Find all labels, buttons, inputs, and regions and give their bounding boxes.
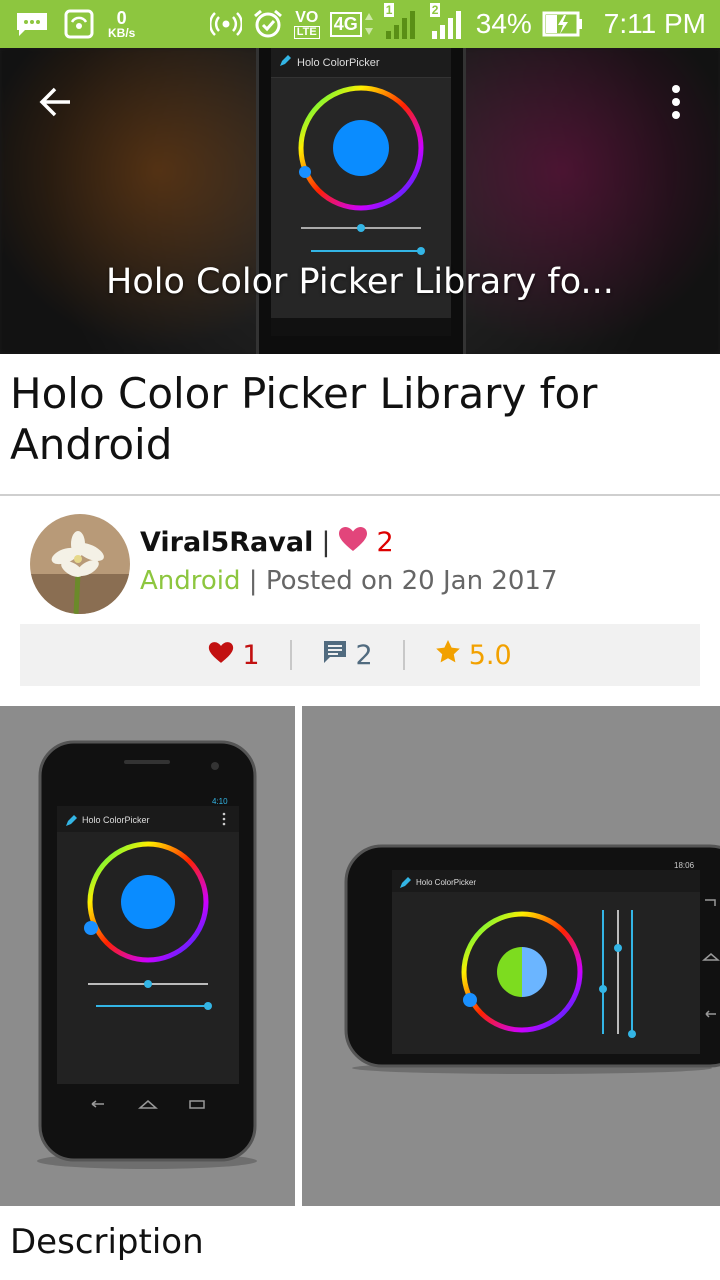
shot1-status-time: 4:10 bbox=[212, 797, 228, 806]
author-hearts: 2 bbox=[338, 526, 394, 559]
hotspot-notification-icon bbox=[64, 9, 94, 39]
avatar[interactable] bbox=[30, 514, 130, 614]
sim2-signal-icon: 2 bbox=[429, 3, 466, 41]
back-button[interactable] bbox=[30, 82, 82, 126]
comment-icon bbox=[322, 639, 348, 672]
sim1-signal-icon: 1 bbox=[383, 3, 420, 41]
net-speed-unit: KB/s bbox=[108, 26, 136, 40]
shot2-status-time: 18:06 bbox=[674, 861, 695, 870]
status-right-group: VO LTE 4G 1 2 34% 7:11 PM bbox=[209, 3, 706, 41]
description-heading: Description bbox=[10, 1222, 204, 1262]
sim1-label: 1 bbox=[383, 3, 395, 17]
network-type-label: 4G bbox=[329, 11, 362, 37]
sim2-label: 2 bbox=[429, 3, 441, 17]
pencil-icon bbox=[279, 55, 291, 70]
hero-phone-app-name: Holo ColorPicker bbox=[297, 56, 380, 69]
screenshot-2[interactable]: 18:06 Holo ColorPicker bbox=[302, 706, 720, 1206]
divider bbox=[0, 494, 720, 496]
shot1-app-name: Holo ColorPicker bbox=[82, 815, 150, 825]
hero-phone-appbar: Holo ColorPicker bbox=[271, 48, 451, 78]
volte-label: VO bbox=[295, 8, 319, 26]
landscape-phone-image: 18:06 Holo ColorPicker bbox=[344, 844, 720, 1074]
battery-percent: 34% bbox=[475, 8, 532, 39]
heart-icon bbox=[208, 640, 234, 671]
author-separator: | bbox=[321, 527, 331, 558]
author-line: Viral5Raval | 2 bbox=[140, 526, 394, 559]
comments-stat[interactable]: 2 bbox=[292, 639, 403, 672]
rating-value: 5.0 bbox=[468, 639, 512, 671]
comments-count: 2 bbox=[355, 639, 373, 671]
network-type-icon: 4G bbox=[329, 11, 374, 37]
battery-charging-icon bbox=[542, 10, 584, 38]
hero-phone-image: Holo ColorPicker bbox=[256, 48, 466, 354]
alarm-icon bbox=[252, 8, 284, 40]
overflow-menu-button[interactable] bbox=[654, 80, 698, 128]
posted-separator: | bbox=[248, 566, 258, 596]
screenshot-1[interactable]: 4:10 Holo ColorPicker bbox=[0, 706, 295, 1206]
hero-header: Holo ColorPicker Holo Color Picker Libra… bbox=[0, 48, 720, 354]
posted-date: Posted on 20 Jan 2017 bbox=[265, 566, 558, 596]
net-speed-value: 0 bbox=[116, 8, 127, 28]
status-left-group: 0 KB/s bbox=[14, 9, 135, 39]
chat-notification-icon bbox=[14, 10, 50, 38]
likes-count: 1 bbox=[242, 639, 260, 671]
page-title: Holo Color Picker Library for Android bbox=[10, 369, 598, 469]
post-meta: Android | Posted on 20 Jan 2017 bbox=[140, 566, 558, 596]
more-vertical-icon bbox=[671, 84, 681, 124]
author-name[interactable]: Viral5Raval bbox=[140, 527, 313, 558]
net-speed: 0 KB/s bbox=[108, 9, 135, 39]
star-icon bbox=[435, 639, 461, 672]
heart-icon bbox=[338, 526, 368, 559]
likes-stat[interactable]: 1 bbox=[178, 640, 289, 671]
clock: 7:11 PM bbox=[603, 8, 706, 39]
rating-stat[interactable]: 5.0 bbox=[405, 639, 542, 672]
lte-label: LTE bbox=[293, 25, 320, 39]
hero-title: Holo Color Picker Library fo... bbox=[106, 262, 614, 302]
status-bar: 0 KB/s VO LTE 4G 1 2 34% 7:11 PM bbox=[0, 0, 720, 48]
author-heart-count: 2 bbox=[376, 527, 394, 558]
category-link[interactable]: Android bbox=[140, 566, 241, 596]
hotspot-icon bbox=[209, 8, 242, 40]
stats-bar: 1 2 5.0 bbox=[20, 624, 700, 686]
portrait-phone-image: 4:10 Holo ColorPicker bbox=[37, 740, 257, 1169]
volte-icon: VO LTE bbox=[293, 8, 320, 39]
arrow-left-icon bbox=[38, 84, 74, 124]
shot2-app-name: Holo ColorPicker bbox=[416, 878, 476, 887]
